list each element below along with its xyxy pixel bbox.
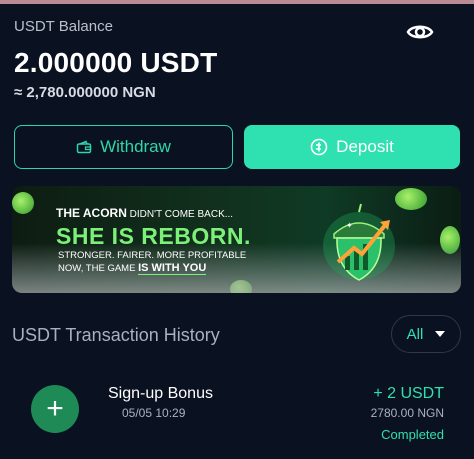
promo-banner[interactable]: THE ACORN DIDN'T COME BACK... SHE IS REB… [12, 186, 461, 293]
balance-amount: 2.000000 USDT [14, 47, 218, 78]
wallet-icon [76, 140, 92, 154]
deposit-label: Deposit [336, 137, 394, 156]
transaction-date: 05/05 10:29 [122, 406, 186, 420]
deposit-icon [310, 138, 328, 156]
balance-label: USDT Balance [14, 18, 113, 35]
acorn-logo-icon: ✦ [323, 203, 395, 281]
transaction-status: Completed [381, 427, 444, 442]
transaction-fiat: 2780.00 NGN [370, 406, 444, 420]
chevron-down-icon [435, 331, 446, 337]
coin-decoration [12, 192, 34, 214]
eye-icon [406, 25, 434, 39]
deposit-button[interactable]: Deposit [244, 125, 460, 169]
withdraw-label: Withdraw [100, 137, 171, 156]
toggle-visibility-button[interactable] [405, 18, 435, 46]
transaction-amount: + 2 USDT [373, 385, 444, 402]
balance-fiat-equivalent: ≈ 2,780.000000 NGN [14, 84, 156, 101]
history-filter-dropdown[interactable]: All [391, 315, 461, 353]
transaction-row[interactable]: + Sign-up Bonus 05/05 10:29 + 2 USDT 278… [0, 375, 474, 459]
withdraw-button[interactable]: Withdraw [14, 125, 233, 169]
transaction-title: Sign-up Bonus [108, 385, 213, 402]
top-progress-line [0, 0, 474, 4]
svg-text:✦: ✦ [346, 221, 353, 230]
banner-headline-2: SHE IS REBORN. [56, 223, 251, 249]
banner-headline-1: THE ACORN DIDN'T COME BACK... [56, 206, 234, 220]
filter-value: All [406, 325, 424, 343]
plus-icon: + [31, 385, 79, 433]
history-title: USDT Transaction History [12, 325, 220, 345]
banner-subtext: STRONGER. FAIRER. MORE PROFITABLE NOW, T… [58, 250, 247, 275]
